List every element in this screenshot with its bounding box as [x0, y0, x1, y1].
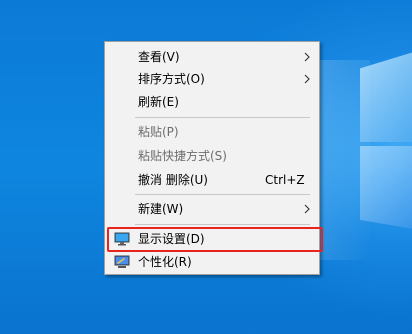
personalize-icon [114, 255, 130, 268]
menu-separator [135, 224, 310, 225]
menu-item-label: 刷新(E) [138, 95, 179, 109]
menu-item-paste-shortcut: 粘贴快捷方式(S) [106, 145, 318, 167]
chevron-right-icon [304, 204, 310, 214]
menu-item-label: 新建(W) [138, 202, 184, 216]
annotation-highlight-box [107, 227, 323, 252]
chevron-right-icon [304, 74, 310, 84]
menu-item-label: 排序方式(O) [138, 72, 205, 86]
menu-item-paste: 粘贴(P) [106, 121, 318, 143]
menu-item-view[interactable]: 查看(V) [106, 46, 318, 68]
menu-item-label: 粘贴快捷方式(S) [138, 149, 227, 163]
menu-item-label: 撤消 删除(U) [138, 173, 208, 187]
menu-item-sort-by[interactable]: 排序方式(O) [106, 68, 318, 90]
menu-item-label: 粘贴(P) [138, 125, 179, 139]
menu-separator [135, 194, 310, 195]
menu-item-refresh[interactable]: 刷新(E) [106, 91, 318, 113]
menu-separator [135, 117, 310, 118]
menu-item-undo-delete[interactable]: 撤消 删除(U) Ctrl+Z [106, 169, 318, 191]
wallpaper-window-pane-bottom [360, 146, 412, 230]
menu-item-new[interactable]: 新建(W) [106, 198, 318, 220]
menu-item-shortcut: Ctrl+Z [265, 173, 305, 187]
menu-item-label: 查看(V) [138, 50, 180, 64]
menu-item-personalize[interactable]: 个性化(R) [106, 251, 318, 273]
menu-item-label: 个性化(R) [138, 255, 192, 269]
chevron-right-icon [304, 52, 310, 62]
